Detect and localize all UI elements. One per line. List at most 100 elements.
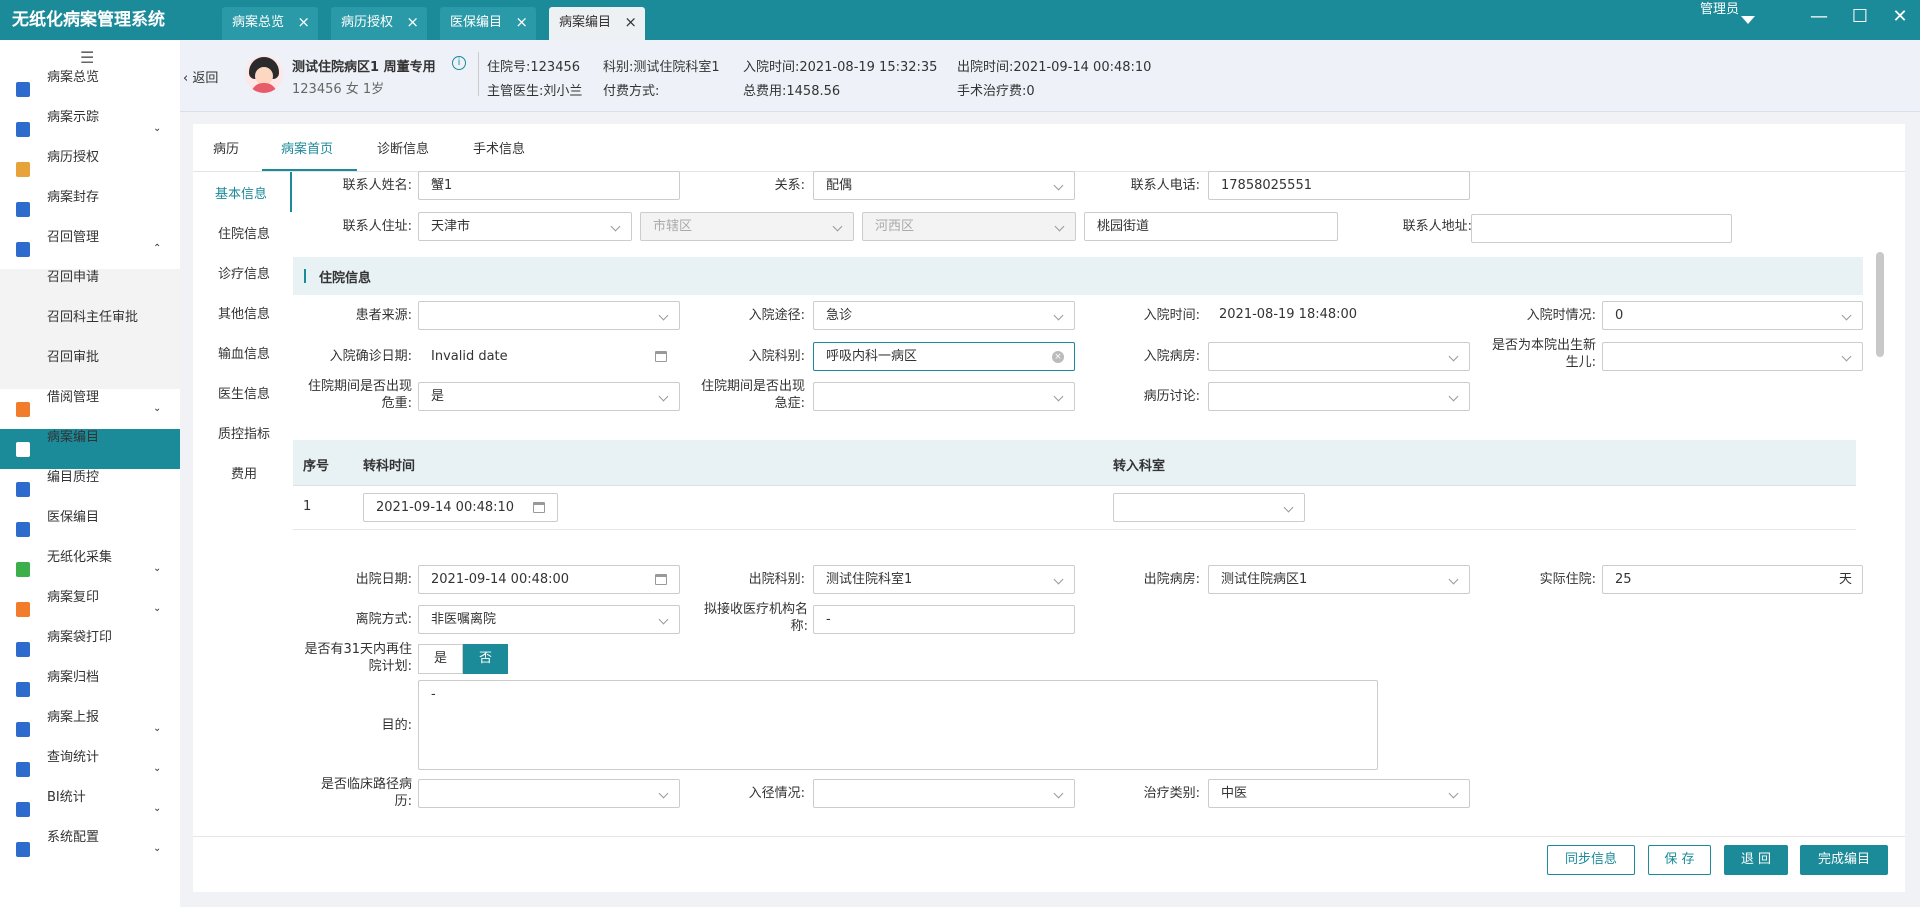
side-nav-inpatient[interactable]: 住院信息 [196,223,292,242]
chevron-down-icon: ⌄ [153,803,162,814]
return-button[interactable]: 退 回 [1724,845,1788,875]
discharge-date-label: 出院日期: [355,572,412,587]
admission-dept-select[interactable]: 呼吸内科一病区 × [813,342,1075,371]
close-window-icon[interactable]: ✕ [1889,6,1911,27]
save-button[interactable]: 保 存 [1648,845,1711,875]
sidebar-item-archive[interactable]: 病案归档 [0,669,180,709]
sidebar-item-borrow[interactable]: 借阅管理 ⌄ [0,389,180,429]
sidebar-item-bi-stats[interactable]: BI统计 ⌄ [0,789,180,829]
hand-icon [16,402,30,417]
transfer-time-value: 2021-09-14 00:48:10 [376,500,515,515]
critical-select[interactable]: 是 [418,382,680,411]
tab-diagnosis[interactable]: 诊断信息 [377,138,429,157]
list-icon [16,82,30,97]
case-discussion-label: 病历讨论: [1143,389,1200,404]
treatment-type-select[interactable]: 中医 [1208,779,1470,808]
urgent-select[interactable] [813,382,1075,411]
receiving-org-input[interactable]: - [813,605,1075,634]
stay-days-input[interactable]: 25 天 [1602,565,1863,594]
finish-catalog-button[interactable]: 完成编目 [1800,845,1888,875]
sidebar-item-record-auth[interactable]: 病历授权 [0,149,180,189]
admission-condition-select[interactable]: 0 [1602,301,1863,330]
collapse-menu-icon[interactable]: ☰ [80,48,94,67]
inpatient-no: 住院号:123456 [487,60,581,75]
user-name[interactable]: 管理员 [1700,0,1742,19]
sidebar-item-overview[interactable]: 病案总览 [0,69,180,109]
tab-overview[interactable]: 病案总览 × [222,7,318,40]
close-icon[interactable]: × [297,7,310,38]
maximize-icon[interactable]: ☐ [1849,6,1871,27]
treatment-type-value: 中医 [1221,786,1248,801]
side-nav-treatment[interactable]: 诊疗信息 [196,263,292,282]
admission-ward-select[interactable] [1208,342,1470,371]
clinical-path-select[interactable] [418,779,680,808]
contact-name-label: 联系人姓名: [342,178,412,193]
discharge-ward-select[interactable]: 测试住院病区1 [1208,565,1470,594]
transfer-time-picker[interactable]: 2021-09-14 00:48:10 [363,493,558,522]
readmit-yes-button[interactable]: 是 [418,644,463,674]
city-select[interactable]: 天津市 [418,212,632,241]
purpose-textarea[interactable]: - [418,680,1378,770]
sync-button[interactable]: 同步信息 [1547,845,1635,875]
relation-select[interactable]: 配偶 [813,171,1075,200]
chevron-down-icon [1841,310,1852,321]
sidebar-item-tracking[interactable]: 病案示踪 ⌄ [0,109,180,149]
back-button[interactable]: ‹ 返回 [183,67,218,86]
contact-address-input[interactable] [1471,214,1732,243]
sidebar-item-case-catalog[interactable]: 病案编目 [0,429,180,469]
info-icon[interactable]: i [452,56,466,70]
sidebar-item-paperless-collect[interactable]: 无纸化采集 ⌄ [0,549,180,589]
tab-front-page[interactable]: 病案首页 [281,138,333,157]
tab-surgery[interactable]: 手术信息 [473,138,525,157]
patient-source-select[interactable] [418,301,680,330]
tab-insurance-catalog[interactable]: 医保编目 × [440,7,536,40]
side-nav-quality[interactable]: 质控指标 [196,423,292,442]
close-icon[interactable]: × [406,7,419,38]
sidebar-item-report[interactable]: 病案上报 ⌄ [0,709,180,749]
close-icon[interactable]: × [624,7,637,38]
sidebar-item-recall-approve[interactable]: 召回审批 [0,349,180,389]
sidebar-item-sealing[interactable]: 病案封存 [0,189,180,229]
clear-icon[interactable]: × [1052,351,1064,363]
urgent-label-line1: 住院期间是否出现 [700,379,805,394]
discharge-date-picker[interactable]: 2021-09-14 00:48:00 [418,565,680,594]
minimize-icon[interactable]: — [1808,6,1830,27]
tab-case-catalog[interactable]: 病案编目 × [549,7,645,40]
sidebar-item-copy[interactable]: 病案复印 ⌄ [0,589,180,629]
sidebar-item-insurance-catalog[interactable]: 医保编目 [0,509,180,549]
discharge-method-select[interactable]: 非医嘱离院 [418,605,680,634]
contact-phone-input[interactable]: 17858025551 [1208,171,1470,200]
diagnosis-date-picker[interactable]: Invalid date [418,342,680,371]
discharge-ward-value: 测试住院病区1 [1221,572,1308,587]
admission-route-select[interactable]: 急诊 [813,301,1075,330]
tab-label: 医保编目 [450,15,503,30]
discharge-dept-select[interactable]: 测试住院科室1 [813,565,1075,594]
chevron-down-icon [1841,351,1852,362]
case-discussion-select[interactable] [1208,382,1470,411]
side-nav-transfusion[interactable]: 输血信息 [196,343,292,362]
sidebar-item-system-config[interactable]: 系统配置 ⌄ [0,829,180,869]
sidebar-item-recall-director[interactable]: 召回科主任审批 [0,309,180,349]
district-select[interactable]: 市辖区 [640,212,854,241]
scrollbar[interactable] [1876,252,1884,357]
path-entry-select[interactable] [813,779,1075,808]
sidebar-item-query-stats[interactable]: 查询统计 ⌄ [0,749,180,789]
transfer-dept-select[interactable] [1113,493,1305,522]
readmit-no-button[interactable]: 否 [463,644,508,674]
sidebar-item-recall[interactable]: 召回管理 ⌃ [0,229,180,269]
side-nav-basic[interactable]: 基本信息 [196,183,286,202]
sidebar-item-catalog-qc[interactable]: 编目质控 [0,469,180,509]
sidebar-item-recall-apply[interactable]: 召回申请 [0,269,180,309]
street-input[interactable]: 桃园街道 [1084,212,1338,241]
newborn-select[interactable] [1602,342,1863,371]
contact-name-input[interactable]: 蟹1 [418,171,680,200]
caret-down-icon[interactable] [1741,16,1755,24]
side-nav-other[interactable]: 其他信息 [196,303,292,322]
tab-record[interactable]: 病历 [213,138,239,157]
tab-record-auth[interactable]: 病历授权 × [331,7,427,40]
close-icon[interactable]: × [515,7,528,38]
sidebar-item-bag-print[interactable]: 病案袋打印 [0,629,180,669]
side-nav-cost[interactable]: 费用 [196,463,292,482]
area-select[interactable]: 河西区 [862,212,1076,241]
side-nav-doctor[interactable]: 医生信息 [196,383,292,402]
